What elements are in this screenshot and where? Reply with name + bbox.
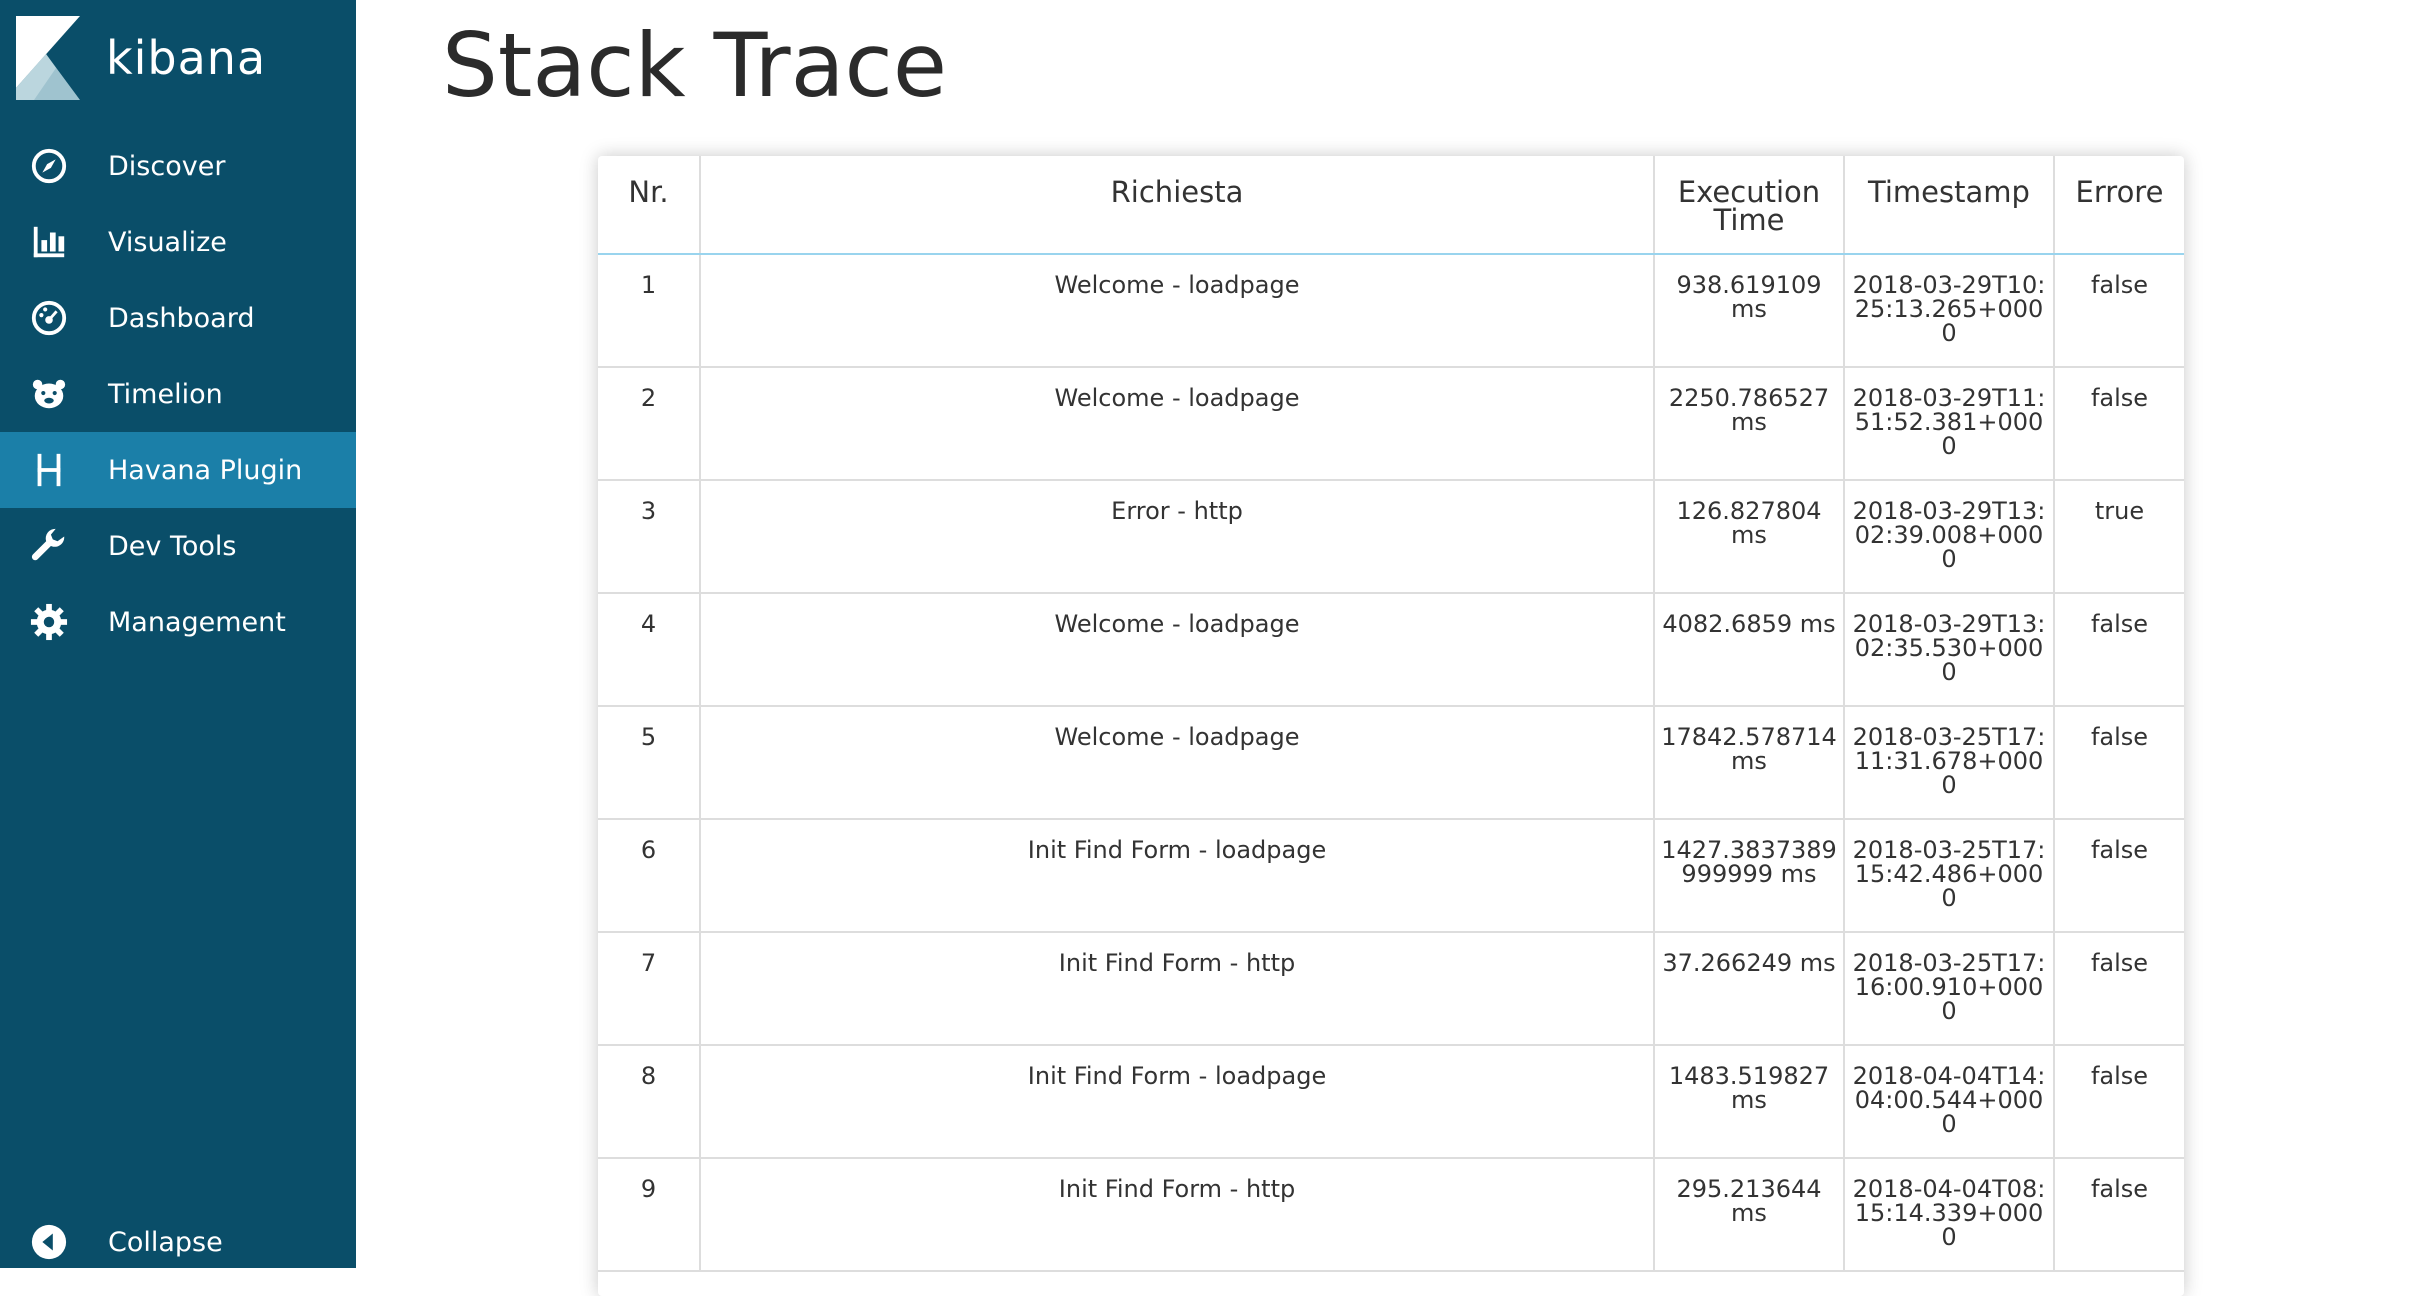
sidebar-item-label: Visualize [108,226,227,258]
cell-errore: false [2054,1158,2184,1272]
cell-errore: false [2054,706,2184,820]
column-header-nr: Nr. [598,156,701,255]
table-row: 6 Init Find Form - loadpage 1427.3837389… [598,819,2184,933]
cell-timestamp: 2018-03-29T13:02:39.008+0000 [1844,480,2055,594]
sidebar: kibana Discover Visualize Dashboard Time… [0,0,356,1268]
cell-errore: false [2054,367,2184,481]
brand-name: kibana [106,31,267,85]
cell-timestamp: 2018-03-29T13:02:35.530+0000 [1844,593,2055,707]
column-header-timestamp: Timestamp [1844,156,2055,255]
cell-execution-time: 1483.519827 ms [1654,1045,1845,1159]
table-row: 8 Init Find Form - loadpage 1483.519827 … [598,1045,2184,1159]
cell-timestamp: 2018-03-25T17:11:31.678+0000 [1844,706,2055,820]
kibana-logo-icon [16,16,80,100]
column-header-richiesta: Richiesta [700,156,1655,255]
cell-richiesta: Init Find Form - loadpage [700,1045,1655,1159]
table-row: 5 Welcome - loadpage 17842.578714 ms 201… [598,706,2184,820]
collapse-label: Collapse [108,1226,223,1258]
cell-execution-time: 1427.3837389999999 ms [1654,819,1845,933]
cell-errore: false [2054,254,2184,368]
cell-errore: false [2054,932,2184,1046]
cell-nr: 1 [598,254,701,368]
cell-execution-time: 37.266249 ms [1654,932,1845,1046]
cell-timestamp: 2018-04-04T08:15:14.339+0000 [1844,1158,2055,1272]
cell-nr: 9 [598,1158,701,1272]
cell-execution-time: 295.213644 ms [1654,1158,1845,1272]
cell-richiesta: Init Find Form - http [700,932,1655,1046]
table-row: 7 Init Find Form - http 37.266249 ms 201… [598,932,2184,1046]
sidebar-item-label: Management [108,606,286,638]
collapse-button[interactable]: Collapse [0,1204,356,1280]
stack-trace-table-card: Nr. Richiesta Execution Time Timestamp E… [598,156,2184,1296]
cell-errore: false [2054,1045,2184,1159]
collapse-arrow-icon [28,1221,70,1263]
cell-errore: true [2054,480,2184,594]
cell-nr: 7 [598,932,701,1046]
sidebar-item-visualize[interactable]: Visualize [0,204,356,280]
wrench-icon [28,525,70,567]
table-row: 2 Welcome - loadpage 2250.786527 ms 2018… [598,367,2184,481]
letter-h-icon [28,449,70,491]
sidebar-item-label: Dev Tools [108,530,237,562]
cell-richiesta: Init Find Form - loadpage [700,819,1655,933]
cell-execution-time: 126.827804 ms [1654,480,1845,594]
sidebar-item-label: Timelion [108,378,223,410]
cell-richiesta: Welcome - loadpage [700,706,1655,820]
column-header-execution-time: Execution Time [1654,156,1845,255]
table-row: 4 Welcome - loadpage 4082.6859 ms 2018-0… [598,593,2184,707]
stack-trace-table: Nr. Richiesta Execution Time Timestamp E… [598,156,2184,1272]
sidebar-item-label: Havana Plugin [108,454,303,486]
cell-richiesta: Welcome - loadpage [700,593,1655,707]
sidebar-item-management[interactable]: Management [0,584,356,660]
table-row: 3 Error - http 126.827804 ms 2018-03-29T… [598,480,2184,594]
cell-richiesta: Init Find Form - http [700,1158,1655,1272]
dashboard-gauge-icon [28,297,70,339]
cell-execution-time: 938.619109 ms [1654,254,1845,368]
cell-execution-time: 4082.6859 ms [1654,593,1845,707]
column-header-errore: Errore [2054,156,2184,255]
cell-nr: 5 [598,706,701,820]
cell-nr: 6 [598,819,701,933]
sidebar-item-label: Dashboard [108,302,255,334]
sidebar-item-dashboard[interactable]: Dashboard [0,280,356,356]
gear-icon [28,601,70,643]
sidebar-item-havana-plugin[interactable]: Havana Plugin [0,432,356,508]
cell-richiesta: Error - http [700,480,1655,594]
cell-execution-time: 2250.786527 ms [1654,367,1845,481]
cell-timestamp: 2018-03-25T17:15:42.486+0000 [1844,819,2055,933]
timelion-bear-icon [28,373,70,415]
sidebar-item-discover[interactable]: Discover [0,128,356,204]
page-title: Stack Trace [442,14,948,117]
compass-icon [28,145,70,187]
table-row: 9 Init Find Form - http 295.213644 ms 20… [598,1158,2184,1272]
sidebar-item-label: Discover [108,150,226,182]
bar-chart-icon [28,221,70,263]
cell-timestamp: 2018-03-29T11:51:52.381+0000 [1844,367,2055,481]
cell-richiesta: Welcome - loadpage [700,254,1655,368]
table-header-row: Nr. Richiesta Execution Time Timestamp E… [598,156,2184,255]
cell-nr: 2 [598,367,701,481]
cell-nr: 8 [598,1045,701,1159]
cell-timestamp: 2018-03-29T10:25:13.265+0000 [1844,254,2055,368]
table-row: 1 Welcome - loadpage 938.619109 ms 2018-… [598,254,2184,368]
cell-errore: false [2054,819,2184,933]
sidebar-item-timelion[interactable]: Timelion [0,356,356,432]
kibana-brand[interactable]: kibana [16,16,266,100]
sidebar-nav: Discover Visualize Dashboard Timelion Ha… [0,128,356,660]
cell-nr: 3 [598,480,701,594]
cell-richiesta: Welcome - loadpage [700,367,1655,481]
cell-execution-time: 17842.578714 ms [1654,706,1845,820]
cell-errore: false [2054,593,2184,707]
cell-nr: 4 [598,593,701,707]
sidebar-item-dev-tools[interactable]: Dev Tools [0,508,356,584]
cell-timestamp: 2018-03-25T17:16:00.910+0000 [1844,932,2055,1046]
cell-timestamp: 2018-04-04T14:04:00.544+0000 [1844,1045,2055,1159]
